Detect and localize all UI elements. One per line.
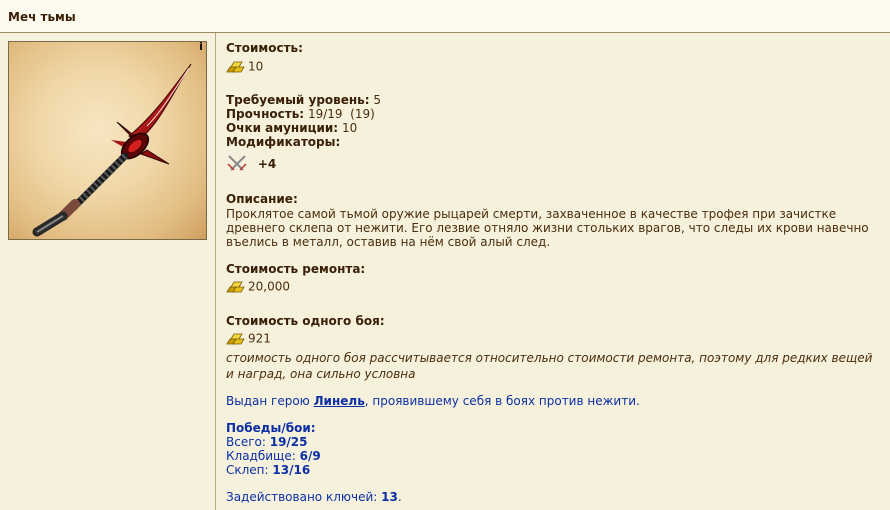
modifiers-label: Модификаторы: — [226, 135, 341, 149]
durability-label: Прочность: — [226, 107, 305, 121]
wins-row-cemetery: Кладбище: 6/9 — [226, 450, 321, 463]
level-label: Требуемый уровень: — [226, 93, 370, 107]
keys-label: Задействовано ключей: — [226, 490, 382, 504]
battle-cost-note: стоимость одного боя рассчитывается отно… — [226, 351, 873, 381]
durability-row: Прочность: 19/19 (19) — [226, 108, 375, 121]
wins-row-value: 19/25 — [269, 435, 308, 449]
keys-value: 13 — [381, 490, 398, 504]
repair-cost-row: 20,000 — [226, 280, 290, 294]
repair-cost-label: Стоимость ремонта: — [226, 262, 366, 276]
keys-row: Задействовано ключей: 13. — [226, 491, 402, 504]
level-value: 5 — [373, 93, 382, 107]
repair-cost-value: 20,000 — [248, 279, 290, 294]
gold-bars-icon — [226, 281, 245, 293]
modifier-row: +4 — [226, 153, 276, 175]
cost-label: Стоимость: — [226, 41, 303, 55]
item-image-column: i — [0, 33, 216, 510]
durability-value: 19/19 (19) — [307, 107, 375, 121]
ammo-row: Очки амуниции: 10 — [226, 122, 357, 135]
hero-suffix: , проявившему себя в боях против нежити. — [364, 394, 640, 408]
dark-sword-image — [32, 63, 192, 237]
wins-row-value: 13/16 — [272, 463, 311, 477]
hero-link[interactable]: Линель — [314, 394, 365, 408]
wins-row-label: Склеп: — [226, 463, 273, 477]
keys-suffix: . — [397, 490, 402, 504]
description-label: Описание: — [226, 192, 298, 206]
battle-cost-label: Стоимость одного боя: — [226, 314, 385, 328]
ammo-value: 10 — [341, 121, 358, 135]
gold-bars-icon — [226, 333, 245, 345]
info-icon[interactable]: i — [197, 42, 205, 53]
wins-row-label: Кладбище: — [226, 449, 300, 463]
cost-row: 10 — [226, 60, 263, 74]
title-bar: Меч тьмы — [0, 0, 890, 33]
gold-bars-icon — [226, 61, 245, 73]
crossed-swords-icon — [227, 155, 247, 171]
wins-label: Победы/бои: — [226, 421, 316, 435]
hero-prefix: Выдан герою — [226, 394, 314, 408]
battle-cost-value: 921 — [248, 331, 271, 346]
item-image: i — [8, 41, 207, 240]
description-text: Проклятое самой тьмой оружие рыцарей сме… — [226, 207, 869, 249]
cost-value: 10 — [248, 59, 264, 74]
wins-row-total: Всего: 19/25 — [226, 436, 308, 449]
battle-cost-row: 921 — [226, 332, 271, 346]
wins-row-crypt: Склеп: 13/16 — [226, 464, 310, 477]
wins-row-value: 6/9 — [299, 449, 321, 463]
modifier-value: +4 — [257, 156, 277, 171]
ammo-label: Очки амуниции: — [226, 121, 339, 135]
hero-line: Выдан герою Линель, проявившему себя в б… — [226, 395, 640, 408]
level-row: Требуемый уровень: 5 — [226, 94, 381, 107]
wins-row-label: Всего: — [226, 435, 270, 449]
item-title: Меч тьмы — [8, 10, 76, 24]
